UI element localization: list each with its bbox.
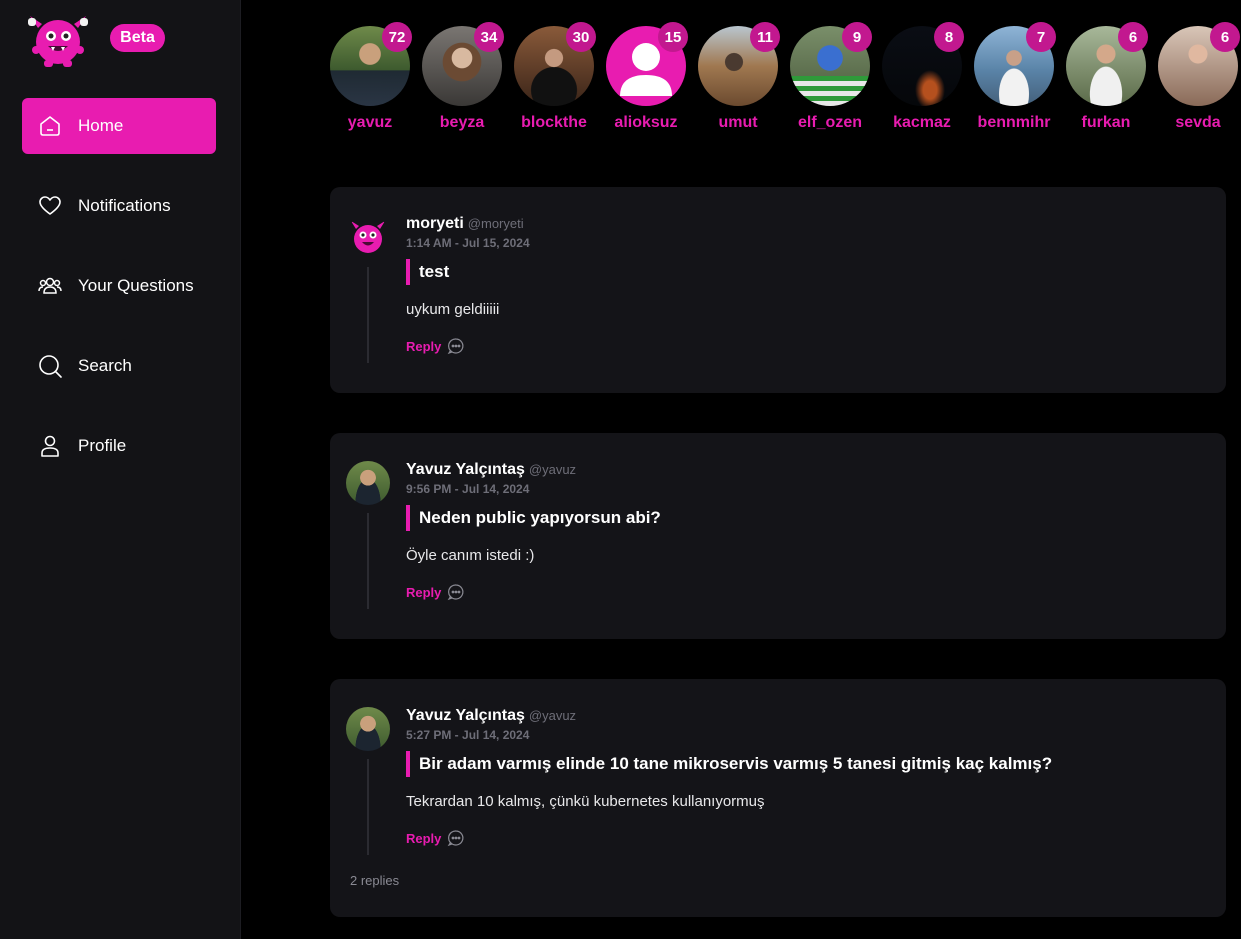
reply-label: Reply — [406, 338, 442, 354]
story-item[interactable]: 6 sevda — [1158, 22, 1240, 132]
sidebar-item-home[interactable]: Home — [22, 98, 216, 154]
sidebar-item-notifications[interactable]: Notifications — [22, 178, 216, 234]
answer-text: uykum geldiiiii — [406, 301, 500, 318]
story-username: bennmihr — [977, 114, 1051, 131]
reply-button[interactable]: Reply — [406, 583, 465, 601]
story-username: blockthe — [521, 114, 587, 131]
question-text: Bir adam varmış elinde 10 tane mikroserv… — [406, 751, 1052, 777]
story-count-badge: 8 — [934, 22, 964, 52]
reply-button[interactable]: Reply — [406, 829, 465, 847]
story-username: furkan — [1081, 114, 1131, 131]
question-text: Neden public yapıyorsun abi? — [406, 505, 661, 531]
beta-badge: Beta — [110, 24, 165, 52]
answer-text: Tekrardan 10 kalmış, çünkü kubernetes ku… — [406, 793, 765, 810]
author-name: moryeti — [406, 215, 464, 232]
author-name: Yavuz Yalçıntaş — [406, 461, 525, 478]
story-username: yavuz — [347, 114, 393, 131]
avatar[interactable] — [346, 461, 390, 505]
story-count-badge: 34 — [474, 22, 504, 52]
sidebar-item-label: Notifications — [78, 196, 171, 215]
story-username: alioksuz — [614, 114, 678, 131]
author-handle: @yavuz — [528, 708, 577, 723]
heart-icon — [37, 193, 63, 219]
story-item[interactable]: 7 bennmihr — [974, 22, 1056, 132]
chat-bubble-icon — [448, 584, 464, 601]
sidebar-item-profile[interactable]: Profile — [22, 418, 216, 474]
post-time: 9:56 PM - Jul 14, 2024 — [406, 482, 530, 496]
story-count-badge: 15 — [658, 22, 688, 52]
post-author[interactable]: moryeti @moryeti — [406, 215, 524, 233]
post-author[interactable]: Yavuz Yalçıntaş @yavuz — [406, 707, 576, 725]
post-card: Yavuz Yalçıntaş @yavuz 5:27 PM - Jul 14, … — [330, 679, 1226, 917]
sidebar-item-search[interactable]: Search — [22, 338, 216, 394]
reply-label: Reply — [406, 830, 442, 846]
thread-line — [367, 759, 369, 855]
answer-text: Öyle canım istedi :) — [406, 547, 535, 564]
chat-bubble-icon — [448, 338, 464, 355]
sidebar-item-label: Profile — [78, 436, 127, 455]
story-item[interactable]: 15 alioksuz — [606, 22, 688, 132]
story-count-badge: 30 — [566, 22, 596, 52]
sidebar-item-label: Home — [78, 116, 124, 135]
story-count-badge: 7 — [1026, 22, 1056, 52]
post-time: 1:14 AM - Jul 15, 2024 — [406, 236, 530, 250]
sidebar-item-label: Your Questions — [78, 276, 194, 295]
story-username: beyza — [439, 114, 485, 131]
post-author[interactable]: Yavuz Yalçıntaş @yavuz — [406, 461, 576, 479]
post-card: Yavuz Yalçıntaş @yavuz 9:56 PM - Jul 14, … — [330, 433, 1226, 639]
story-item[interactable]: 30 blockthe — [514, 22, 596, 132]
story-count-badge: 11 — [750, 22, 780, 52]
reply-label: Reply — [406, 584, 442, 600]
story-item[interactable]: 72 yavuz — [330, 22, 412, 132]
avatar[interactable] — [346, 707, 390, 751]
replies-count-link[interactable]: 2 replies — [350, 873, 399, 888]
thread-line — [367, 267, 369, 363]
question-text: test — [406, 259, 449, 285]
sidebar-nav: Home Notifications Your Questions Search… — [22, 98, 216, 498]
sidebar-item-your-questions[interactable]: Your Questions — [22, 258, 216, 314]
post-time: 5:27 PM - Jul 14, 2024 — [406, 728, 530, 742]
story-username: kacmaz — [893, 114, 951, 131]
user-icon — [37, 433, 63, 459]
chat-bubble-icon — [448, 830, 464, 847]
sidebar: Beta Home Notifications Your Questions S… — [0, 0, 241, 939]
thread-line — [367, 513, 369, 609]
story-username: sevda — [1175, 114, 1221, 131]
avatar[interactable] — [346, 215, 390, 259]
story-username: umut — [718, 114, 758, 131]
post-card: moryeti @moryeti 1:14 AM - Jul 15, 2024 t… — [330, 187, 1226, 393]
sidebar-item-label: Search — [78, 356, 132, 375]
story-item[interactable]: 8 kacmaz — [882, 22, 964, 132]
author-handle: @yavuz — [528, 462, 577, 477]
story-item[interactable]: 11 umut — [698, 22, 780, 132]
story-count-badge: 6 — [1118, 22, 1148, 52]
story-count-badge: 9 — [842, 22, 872, 52]
author-handle: @moryeti — [467, 216, 524, 231]
monster-logo[interactable] — [24, 10, 92, 68]
users-icon — [37, 273, 63, 299]
story-item[interactable]: 6 furkan — [1066, 22, 1148, 132]
search-icon — [37, 353, 63, 379]
reply-button[interactable]: Reply — [406, 337, 465, 355]
stories-bar: 72 yavuz 34 beyza 30 blockthe 15 alioksu… — [330, 20, 1241, 140]
story-username: elf_ozen — [797, 114, 862, 131]
story-count-badge: 72 — [382, 22, 412, 52]
story-count-badge: 6 — [1210, 22, 1240, 52]
home-icon — [37, 113, 63, 139]
story-item[interactable]: 9 elf_ozen — [790, 22, 872, 132]
story-item[interactable]: 34 beyza — [422, 22, 504, 132]
author-name: Yavuz Yalçıntaş — [406, 707, 525, 724]
